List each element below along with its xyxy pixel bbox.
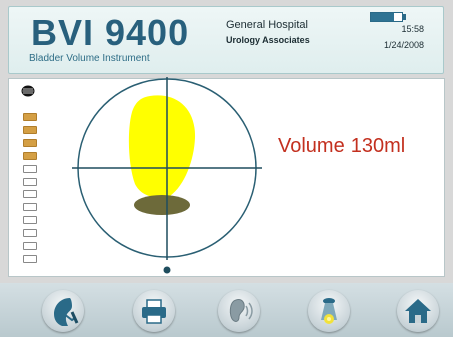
print-button[interactable] bbox=[133, 290, 175, 332]
patient-scan-icon bbox=[54, 298, 79, 326]
bladder-shadow bbox=[134, 195, 190, 215]
device-frame: BVI 9400 Bladder Volume Instrument Gener… bbox=[0, 0, 453, 337]
home-icon bbox=[405, 299, 431, 323]
home-button[interactable] bbox=[397, 290, 439, 332]
printer-icon bbox=[142, 299, 166, 324]
aim-light-icon bbox=[321, 298, 337, 324]
volume-label: Volume bbox=[278, 135, 345, 157]
scan-patient-button[interactable] bbox=[42, 290, 84, 332]
probe-position-marker bbox=[163, 266, 171, 274]
audio-ear-icon bbox=[229, 299, 253, 322]
audio-button[interactable] bbox=[218, 290, 260, 332]
volume-value: 130ml bbox=[350, 135, 406, 157]
volume-readout: Volume 130ml bbox=[278, 135, 405, 158]
aim-button[interactable] bbox=[308, 290, 350, 332]
